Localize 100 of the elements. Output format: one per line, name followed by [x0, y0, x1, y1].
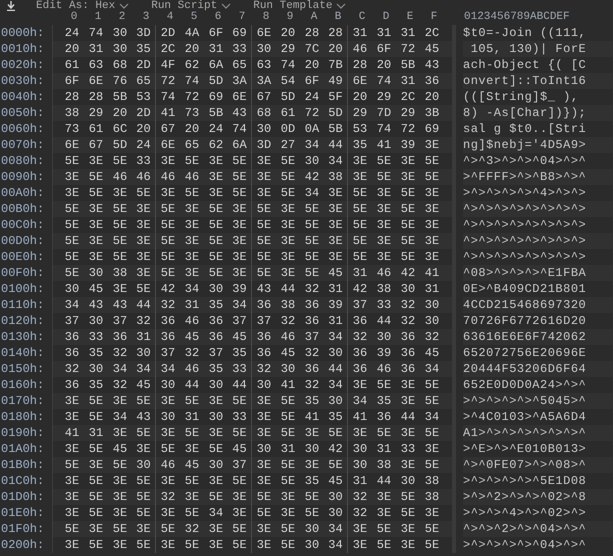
hex-byte: 3E — [376, 249, 392, 265]
hex-byte: 3E — [256, 185, 272, 201]
hex-byte: 3E — [400, 377, 416, 393]
hex-byte: 3E — [304, 425, 320, 441]
hex-byte: 3E — [400, 425, 416, 441]
hex-byte: 6F — [64, 73, 80, 89]
hex-byte: 3E — [208, 169, 224, 185]
hex-byte: 72 — [400, 41, 416, 57]
hex-byte: 46 — [160, 169, 176, 185]
hex-byte: 31 — [184, 409, 200, 425]
hex-byte: 5E — [424, 537, 440, 553]
hex-byte: 5E — [184, 185, 200, 201]
hex-byte: 5E — [280, 185, 296, 201]
hex-byte: 38 — [376, 457, 392, 473]
hex-byte: 3E — [424, 441, 440, 457]
hex-byte: 5E — [88, 185, 104, 201]
hex-byte: 6E — [352, 73, 368, 89]
hex-byte: 3E — [256, 457, 272, 473]
hex-byte: 34 — [304, 137, 320, 153]
hex-byte: 28 — [64, 89, 80, 105]
hex-byte: 30 — [280, 361, 296, 377]
hex-byte: 3E — [64, 409, 80, 425]
hex-byte: 5E — [160, 201, 176, 217]
column-header: 6 — [214, 12, 222, 24]
hex-byte: 6F — [304, 73, 320, 89]
hex-byte: 5E — [184, 425, 200, 441]
hex-byte: 61 — [280, 105, 296, 121]
hex-byte: 5E — [400, 249, 416, 265]
row-address: 0050h: — [0, 105, 52, 121]
hex-byte: 36 — [304, 297, 320, 313]
hex-byte: 20 — [352, 89, 368, 105]
hex-byte: 3E — [376, 233, 392, 249]
hex-byte: 61 — [64, 57, 80, 73]
hex-byte: 5E — [208, 201, 224, 217]
hex-byte: 44 — [376, 313, 392, 329]
hex-byte: 5E — [304, 233, 320, 249]
hex-byte: 31 — [352, 25, 368, 41]
hex-byte: 2C — [400, 89, 416, 105]
hex-byte: 32 — [112, 377, 128, 393]
hex-byte: 3E — [424, 233, 440, 249]
hex-byte: 46 — [184, 313, 200, 329]
hex-byte: 3E — [280, 201, 296, 217]
hex-byte: 68 — [112, 57, 128, 73]
hex-byte: 36 — [64, 345, 80, 361]
hex-byte: 3E — [400, 537, 416, 553]
hex-byte: 44 — [184, 377, 200, 393]
hex-byte: 3E — [184, 489, 200, 505]
hex-byte: 3E — [88, 249, 104, 265]
hex-byte: 3E — [184, 233, 200, 249]
hex-byte: 36 — [304, 361, 320, 377]
column-header: 2 — [118, 12, 126, 24]
hex-byte: 5E — [256, 489, 272, 505]
hex-byte: 5E — [184, 537, 200, 553]
hex-byte: 5E — [112, 457, 128, 473]
ascii-text: >^E>^>^E010B013> — [463, 441, 586, 458]
hex-byte: 32 — [424, 329, 440, 345]
hex-byte: 3E — [208, 153, 224, 169]
hex-byte: 5E — [352, 233, 368, 249]
hex-byte: 30 — [256, 441, 272, 457]
hex-byte: 30 — [424, 297, 440, 313]
hex-byte: 69 — [424, 121, 440, 137]
hex-byte: 3E — [280, 217, 296, 233]
hex-byte: 5E — [376, 425, 392, 441]
hex-byte: 43 — [112, 297, 128, 313]
hex-byte: 28 — [352, 57, 368, 73]
column-header: 7 — [238, 12, 246, 24]
hex-byte: 5E — [280, 457, 296, 473]
hex-byte: 42 — [400, 265, 416, 281]
hex-byte: 36 — [424, 73, 440, 89]
hex-byte: 30 — [208, 281, 224, 297]
hex-byte: 3E — [112, 505, 128, 521]
hex-byte: 5E — [64, 265, 80, 281]
download-icon[interactable] — [6, 1, 16, 11]
hex-byte: 5E — [280, 473, 296, 489]
hex-byte: 39 — [376, 345, 392, 361]
hex-byte: 33 — [88, 329, 104, 345]
hex-byte: 34 — [160, 361, 176, 377]
hex-byte: 5B — [112, 89, 128, 105]
hex-byte: 32 — [280, 313, 296, 329]
hex-byte: 4A — [184, 25, 200, 41]
hex-byte: 5E — [280, 409, 296, 425]
hex-byte: 38 — [424, 473, 440, 489]
hex-byte: 30 — [256, 121, 272, 137]
hex-byte: 0D — [280, 121, 296, 137]
hex-byte: 5B — [400, 57, 416, 73]
hex-byte: 45 — [424, 41, 440, 57]
hex-byte: 46 — [112, 169, 128, 185]
hex-byte: 31 — [352, 473, 368, 489]
hex-byte: 35 — [304, 393, 320, 409]
hex-byte: 31 — [352, 265, 368, 281]
hex-byte: 3E — [424, 505, 440, 521]
hex-byte: 3E — [64, 537, 80, 553]
hex-byte: 3E — [352, 153, 368, 169]
row-address: 00F0h: — [0, 265, 52, 281]
hex-byte: 24 — [208, 121, 224, 137]
hex-byte: 3E — [160, 505, 176, 521]
hex-byte: 73 — [184, 105, 200, 121]
hex-byte: 38 — [280, 297, 296, 313]
hex-byte: 31 — [376, 441, 392, 457]
column-header: C — [358, 12, 366, 24]
